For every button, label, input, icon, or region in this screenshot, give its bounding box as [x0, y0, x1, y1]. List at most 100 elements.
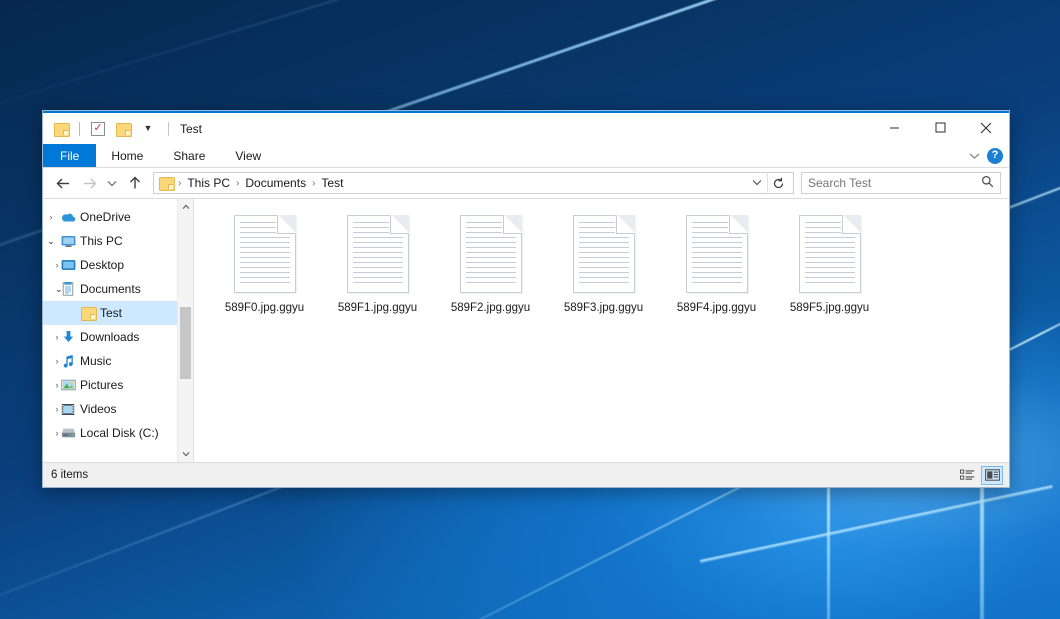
- folder-icon[interactable]: [51, 119, 71, 139]
- sidebar-item-label: Music: [77, 354, 111, 368]
- file-item[interactable]: 589F2.jpg.ggyu: [434, 213, 547, 314]
- chevron-down-icon[interactable]: ⌄: [43, 236, 59, 247]
- scroll-up-button[interactable]: [178, 199, 194, 215]
- music-icon: [59, 354, 77, 368]
- sidebar-item-label: Downloads: [77, 330, 139, 344]
- sidebar-item-desktop[interactable]: › Desktop: [43, 253, 193, 277]
- sidebar-item-label: Documents: [77, 282, 141, 296]
- sidebar-item-label: Desktop: [77, 258, 124, 272]
- large-icons-view-button[interactable]: [981, 466, 1003, 485]
- file-explorer-window: ✓ ▼ Test: [42, 110, 1010, 488]
- file-item[interactable]: 589F4.jpg.ggyu: [660, 213, 773, 314]
- chevron-right-icon[interactable]: ›: [43, 428, 59, 438]
- address-bar[interactable]: › This PC › Documents › Test: [153, 172, 794, 194]
- search-box[interactable]: Search Test: [801, 172, 1001, 194]
- up-button[interactable]: [123, 171, 147, 195]
- chevron-down-icon[interactable]: ⌄: [43, 284, 59, 295]
- chevron-right-icon[interactable]: ›: [43, 380, 59, 390]
- breadcrumb-item-this-pc[interactable]: This PC: [183, 176, 234, 190]
- chevron-down-icon[interactable]: [963, 145, 985, 167]
- scrollbar-track[interactable]: [178, 215, 193, 446]
- breadcrumb-separator: ›: [177, 178, 182, 189]
- pictures-icon: [59, 379, 77, 391]
- customize-chevron-icon[interactable]: ▼: [138, 119, 158, 139]
- chevron-right-icon[interactable]: ›: [43, 260, 59, 270]
- generic-document-icon: [234, 215, 296, 293]
- generic-document-icon: [799, 215, 861, 293]
- navigation-tree: › OneDrive ⌄ This PC ›: [43, 199, 193, 462]
- search-input[interactable]: Search Test: [808, 176, 981, 190]
- onedrive-icon: [59, 211, 77, 223]
- file-list-view[interactable]: 589F0.jpg.ggyu 589F1.jpg.ggyu: [194, 199, 1009, 462]
- documents-icon: [59, 282, 77, 296]
- chevron-right-icon[interactable]: ›: [43, 212, 59, 222]
- generic-document-icon: [573, 215, 635, 293]
- minimize-button[interactable]: [871, 112, 917, 143]
- file-grid: 589F0.jpg.ggyu 589F1.jpg.ggyu: [208, 213, 1009, 314]
- generic-document-icon: [686, 215, 748, 293]
- properties-icon[interactable]: ✓: [88, 119, 108, 139]
- this-pc-icon: [59, 235, 77, 248]
- address-bar-row: › This PC › Documents › Test Search Test: [43, 168, 1009, 198]
- address-dropdown-icon[interactable]: [747, 178, 767, 189]
- file-item[interactable]: 589F3.jpg.ggyu: [547, 213, 660, 314]
- sidebar-scrollbar[interactable]: [177, 199, 193, 462]
- breadcrumb-separator: ›: [311, 178, 316, 189]
- sidebar-item-test[interactable]: Test: [43, 301, 193, 325]
- status-bar: 6 items: [43, 462, 1009, 487]
- ribbon-tab-bar: File Home Share View ?: [43, 144, 1009, 168]
- folder-icon: [79, 307, 97, 319]
- window-body: › OneDrive ⌄ This PC ›: [43, 198, 1009, 462]
- view-mode-buttons: [956, 466, 1003, 485]
- quick-access-toolbar: ✓ ▼: [51, 119, 158, 139]
- file-name-label: 589F2.jpg.ggyu: [451, 302, 530, 314]
- close-button[interactable]: [963, 112, 1009, 143]
- tab-view[interactable]: View: [220, 144, 276, 167]
- maximize-button[interactable]: [917, 112, 963, 143]
- local-disk-icon: [59, 427, 77, 439]
- details-view-button[interactable]: [956, 466, 978, 485]
- desktop-icon: [59, 259, 77, 271]
- chevron-right-icon[interactable]: ›: [43, 356, 59, 366]
- wallpaper-window-mullion: [827, 468, 830, 619]
- recent-locations-chevron-icon[interactable]: [103, 171, 121, 195]
- sidebar-item-music[interactable]: › Music: [43, 349, 193, 373]
- sidebar-item-label: This PC: [77, 234, 123, 248]
- generic-document-icon: [460, 215, 522, 293]
- search-icon[interactable]: [981, 175, 994, 191]
- tab-file[interactable]: File: [43, 144, 96, 167]
- file-item[interactable]: 589F5.jpg.ggyu: [773, 213, 886, 314]
- new-folder-icon[interactable]: [113, 119, 133, 139]
- sidebar-item-label: OneDrive: [77, 210, 131, 224]
- sidebar-item-this-pc[interactable]: ⌄ This PC: [43, 229, 193, 253]
- sidebar-item-local-disk-c[interactable]: › Local Disk (C:): [43, 421, 193, 445]
- breadcrumb-item-test[interactable]: Test: [317, 176, 347, 190]
- file-item[interactable]: 589F0.jpg.ggyu: [208, 213, 321, 314]
- sidebar-item-documents[interactable]: ⌄ Documents: [43, 277, 193, 301]
- help-icon[interactable]: ?: [987, 148, 1003, 164]
- breadcrumb-item-documents[interactable]: Documents: [241, 176, 310, 190]
- navigation-pane: › OneDrive ⌄ This PC ›: [43, 199, 194, 462]
- tab-share[interactable]: Share: [158, 144, 220, 167]
- forward-button[interactable]: [77, 171, 101, 195]
- scrollbar-thumb[interactable]: [180, 307, 191, 379]
- chevron-right-icon[interactable]: ›: [43, 404, 59, 414]
- title-bar: ✓ ▼ Test: [43, 111, 1009, 144]
- window-title: Test: [168, 122, 202, 136]
- sidebar-item-onedrive[interactable]: › OneDrive: [43, 205, 193, 229]
- tab-home[interactable]: Home: [96, 144, 158, 167]
- sidebar-item-pictures[interactable]: › Pictures: [43, 373, 193, 397]
- breadcrumb-separator: ›: [235, 178, 240, 189]
- back-button[interactable]: [51, 171, 75, 195]
- downloads-icon: [59, 330, 77, 344]
- file-item[interactable]: 589F1.jpg.ggyu: [321, 213, 434, 314]
- desktop-background: ✓ ▼ Test: [0, 0, 1060, 619]
- ribbon-right-controls: ?: [963, 144, 1009, 167]
- sidebar-item-label: Videos: [77, 402, 116, 416]
- refresh-icon[interactable]: [767, 172, 789, 194]
- sidebar-item-downloads[interactable]: › Downloads: [43, 325, 193, 349]
- scroll-down-button[interactable]: [178, 446, 194, 462]
- sidebar-item-videos[interactable]: › Videos: [43, 397, 193, 421]
- chevron-right-icon[interactable]: ›: [43, 332, 59, 342]
- sidebar-item-label: Pictures: [77, 378, 123, 392]
